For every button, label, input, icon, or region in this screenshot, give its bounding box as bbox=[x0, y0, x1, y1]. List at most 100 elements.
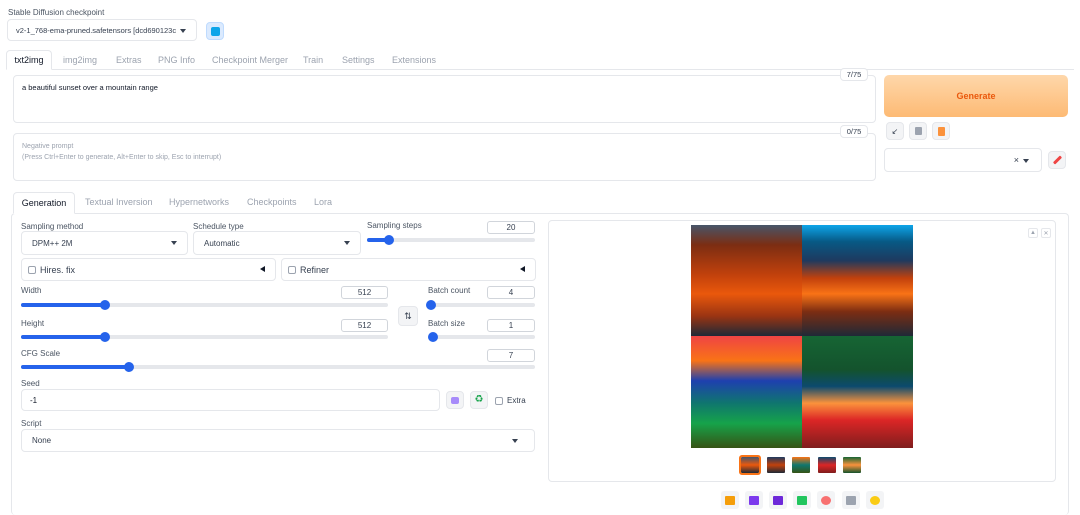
sparkle-button[interactable] bbox=[866, 491, 884, 509]
cfg-scale-input[interactable]: 7 bbox=[487, 349, 535, 362]
prompt-textarea[interactable]: a beautiful sunset over a mountain range bbox=[13, 75, 876, 123]
checkpoint-dropdown[interactable]: v2-1_768-ema-pruned.safetensors [dcd6901… bbox=[7, 19, 197, 41]
batch-size-label: Batch size bbox=[428, 319, 465, 328]
width-slider[interactable] bbox=[21, 300, 388, 310]
negative-prompt-token-counter: 0/75 bbox=[840, 125, 868, 138]
checkpoint-value: v2-1_768-ema-pruned.safetensors [dcd6901… bbox=[16, 25, 177, 35]
apply-styles-button[interactable] bbox=[932, 122, 950, 140]
sampling-steps-input[interactable]: 20 bbox=[487, 221, 535, 234]
zip-icon bbox=[773, 495, 783, 505]
tab-generation[interactable]: Generation bbox=[13, 192, 75, 214]
send-to-inpaint-icon bbox=[821, 495, 831, 505]
sampling-method-label: Sampling method bbox=[21, 222, 84, 231]
gallery-thumbnail-2[interactable] bbox=[767, 457, 785, 473]
tab-png-info[interactable]: PNG Info bbox=[158, 55, 195, 65]
refresh-checkpoint-button[interactable] bbox=[206, 22, 224, 40]
hires-fix-label: Hires. fix bbox=[40, 265, 76, 275]
height-label: Height bbox=[21, 319, 45, 328]
tab-extras[interactable]: Extras bbox=[116, 55, 142, 65]
refiner-checkbox[interactable] bbox=[288, 266, 296, 274]
open-folder-button[interactable] bbox=[721, 491, 739, 509]
send-to-extras-icon bbox=[846, 495, 856, 505]
collapse-arrow-icon[interactable] bbox=[520, 266, 525, 272]
folder-icon bbox=[725, 495, 735, 505]
height-input[interactable]: 512 bbox=[341, 319, 388, 332]
tab-hypernetworks[interactable]: Hypernetworks bbox=[169, 197, 229, 207]
chevron-down-icon bbox=[512, 439, 518, 443]
chevron-down-icon bbox=[171, 241, 177, 245]
edit-styles-button[interactable] bbox=[1048, 151, 1066, 169]
batch-count-input[interactable]: 4 bbox=[487, 286, 535, 299]
save-icon bbox=[749, 495, 759, 505]
random-seed-button[interactable] bbox=[446, 391, 464, 409]
negative-prompt-textarea[interactable]: Negative prompt (Press Ctrl+Enter to gen… bbox=[13, 133, 876, 181]
gallery-thumbnail-3[interactable] bbox=[792, 457, 810, 473]
swap-icon: ⇅ bbox=[404, 310, 412, 321]
cfg-scale-label: CFG Scale bbox=[21, 349, 61, 358]
clear-prompt-button[interactable] bbox=[909, 122, 927, 140]
arrow-up-icon: ▲ bbox=[1030, 230, 1036, 236]
prompt-token-counter: 7/75 bbox=[840, 68, 868, 81]
generated-image-grid[interactable] bbox=[691, 225, 913, 448]
save-button[interactable] bbox=[745, 491, 763, 509]
gallery-thumbnail-5[interactable] bbox=[843, 457, 861, 473]
extra-seed-checkbox[interactable] bbox=[495, 397, 503, 405]
hires-fix-checkbox[interactable] bbox=[28, 266, 36, 274]
send-to-img2img-icon bbox=[797, 495, 807, 505]
hires-fix-accordion[interactable]: Hires. fix bbox=[21, 258, 276, 281]
gallery-thumbnail-4[interactable] bbox=[818, 457, 836, 473]
negative-prompt-placeholder-line1: Negative prompt bbox=[22, 143, 74, 150]
chevron-down-icon bbox=[1023, 159, 1029, 163]
height-slider[interactable] bbox=[21, 332, 388, 342]
reuse-seed-button[interactable]: ♻ bbox=[470, 391, 488, 409]
refiner-accordion[interactable]: Refiner bbox=[281, 258, 536, 281]
batch-count-slider[interactable] bbox=[426, 300, 535, 310]
generated-image-4[interactable] bbox=[802, 336, 913, 448]
tab-settings[interactable]: Settings bbox=[342, 55, 375, 65]
seed-label: Seed bbox=[21, 379, 40, 388]
extra-seed-label: Extra bbox=[507, 396, 526, 405]
tab-img2img[interactable]: img2img bbox=[63, 55, 97, 65]
generate-button[interactable]: Generate bbox=[884, 75, 1068, 117]
batch-size-input[interactable]: 1 bbox=[487, 319, 535, 332]
collapse-arrow-icon[interactable] bbox=[260, 266, 265, 272]
tab-textual-inversion[interactable]: Textual Inversion bbox=[85, 197, 153, 207]
zip-button[interactable] bbox=[769, 491, 787, 509]
generated-image-1[interactable] bbox=[691, 225, 802, 336]
chevron-down-icon bbox=[180, 29, 186, 33]
styles-dropdown[interactable]: × bbox=[884, 148, 1042, 172]
sampling-steps-slider[interactable] bbox=[367, 235, 535, 245]
width-input[interactable]: 512 bbox=[341, 286, 388, 299]
tab-txt2img[interactable]: txt2img bbox=[6, 50, 52, 70]
seed-input[interactable]: -1 bbox=[21, 389, 440, 411]
gallery-thumbnail-1[interactable] bbox=[739, 455, 761, 475]
batch-size-slider[interactable] bbox=[428, 332, 535, 342]
cfg-scale-slider[interactable] bbox=[21, 362, 535, 372]
negative-prompt-placeholder-line2: (Press Ctrl+Enter to generate, Alt+Enter… bbox=[22, 154, 222, 161]
batch-count-label: Batch count bbox=[428, 286, 471, 295]
tab-train[interactable]: Train bbox=[303, 55, 323, 65]
tab-extensions[interactable]: Extensions bbox=[392, 55, 436, 65]
tab-lora[interactable]: Lora bbox=[314, 197, 332, 207]
arrow-icon: ↙ bbox=[891, 126, 899, 136]
clipboard-icon bbox=[937, 126, 945, 136]
read-params-button[interactable]: ↙ bbox=[886, 122, 904, 140]
schedule-type-dropdown[interactable]: Automatic bbox=[193, 231, 361, 255]
recycle-icon: ♻ bbox=[474, 394, 484, 405]
send-to-img2img-button[interactable] bbox=[793, 491, 811, 509]
checkpoint-label: Stable Diffusion checkpoint bbox=[8, 8, 105, 17]
chevron-down-icon bbox=[344, 241, 350, 245]
tab-checkpoints[interactable]: Checkpoints bbox=[247, 197, 297, 207]
script-dropdown[interactable]: None bbox=[21, 429, 535, 452]
gallery-collapse-button[interactable]: ▲ bbox=[1028, 228, 1038, 238]
gallery-close-button[interactable]: ✕ bbox=[1041, 228, 1051, 238]
tab-checkpoint-merger[interactable]: Checkpoint Merger bbox=[212, 55, 288, 65]
close-icon: ✕ bbox=[1043, 230, 1049, 237]
send-to-inpaint-button[interactable] bbox=[817, 491, 835, 509]
generated-image-2[interactable] bbox=[802, 225, 913, 336]
send-to-extras-button[interactable] bbox=[842, 491, 860, 509]
sampling-method-dropdown[interactable]: DPM++ 2M bbox=[21, 231, 188, 255]
clear-icon[interactable]: × bbox=[1014, 155, 1019, 165]
generated-image-3[interactable] bbox=[691, 336, 802, 448]
swap-dimensions-button[interactable]: ⇅ bbox=[398, 306, 418, 326]
